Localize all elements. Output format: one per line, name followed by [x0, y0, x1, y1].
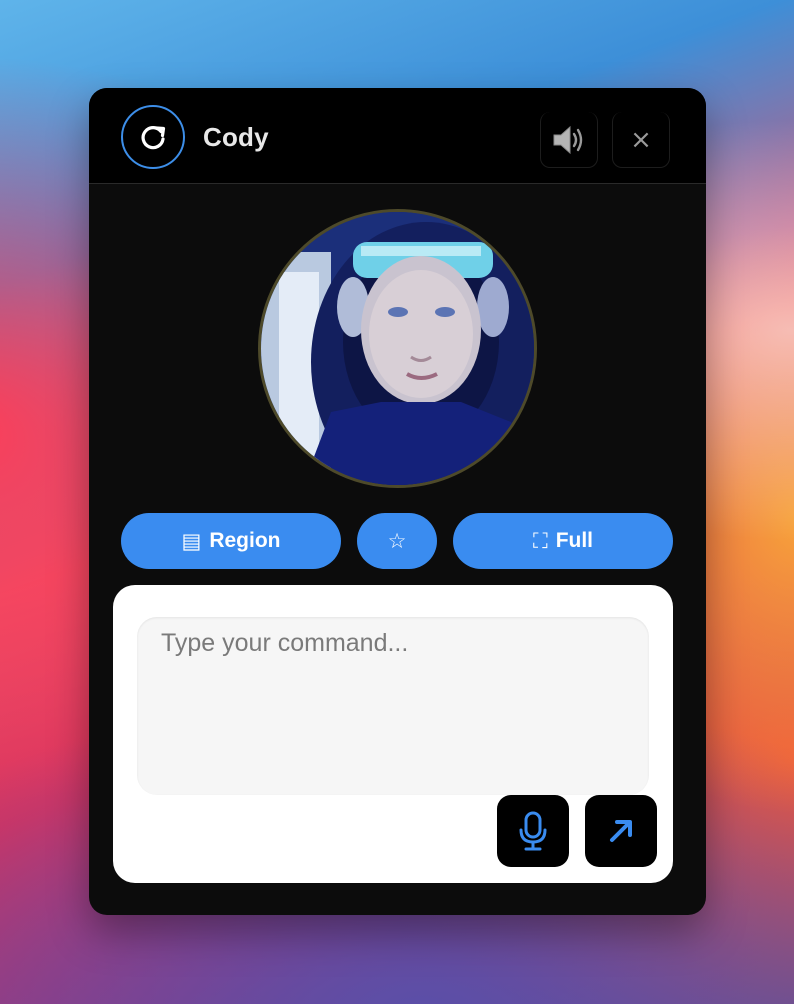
- user-photo: [261, 212, 534, 485]
- star-icon: ☆: [387, 529, 407, 553]
- region-icon: ▤: [181, 529, 202, 553]
- avatar: [258, 209, 537, 488]
- favorite-button[interactable]: ☆: [357, 513, 437, 569]
- speaker-icon: [553, 125, 583, 154]
- command-input[interactable]: [137, 617, 649, 795]
- app-logo-button[interactable]: [121, 105, 185, 169]
- region-label: Region: [209, 529, 281, 552]
- send-arrow-icon: [610, 820, 632, 842]
- full-label: Full: [555, 529, 594, 552]
- close-icon: ×: [630, 124, 652, 155]
- full-capture-button[interactable]: ⛶ Full: [453, 513, 673, 569]
- refresh-icon: [141, 126, 166, 150]
- assistant-window: Cody × ▤ Region ☆ ⛶ Full Type your comma…: [89, 88, 706, 915]
- speaker-button[interactable]: [540, 112, 598, 168]
- title-bar: Cody ×: [89, 88, 706, 184]
- app-name: Cody: [203, 122, 269, 152]
- microphone-icon: [519, 811, 547, 851]
- fullscreen-icon: ⛶: [532, 528, 548, 553]
- microphone-button[interactable]: [497, 795, 569, 867]
- send-button[interactable]: [585, 795, 657, 867]
- close-button[interactable]: ×: [612, 112, 670, 168]
- command-panel: [113, 585, 673, 883]
- region-capture-button[interactable]: ▤ Region: [121, 513, 341, 569]
